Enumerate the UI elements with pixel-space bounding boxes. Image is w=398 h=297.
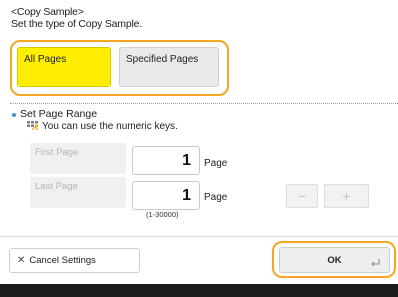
numeric-keys-icon: [27, 121, 39, 131]
numeric-keys-hint: You can use the numeric keys.: [42, 121, 178, 132]
page-range-title: Set Page Range: [20, 108, 98, 120]
cancel-settings-button[interactable]: ✕ Cancel Settings: [9, 248, 140, 273]
specified-pages-button[interactable]: Specified Pages: [119, 47, 219, 87]
last-page-label: Last Page: [30, 177, 126, 208]
first-page-label: First Page: [30, 143, 126, 174]
first-page-input[interactable]: 1: [132, 146, 200, 175]
all-pages-button[interactable]: All Pages: [17, 47, 111, 87]
last-page-unit: Page: [204, 192, 228, 203]
range-note: (1-30000): [146, 210, 179, 219]
section-divider: [10, 103, 398, 104]
decrement-button[interactable]: −: [286, 184, 318, 208]
header-subtitle: Set the type of Copy Sample.: [11, 18, 142, 30]
first-page-unit: Page: [204, 158, 228, 169]
enter-arrow-icon: [371, 259, 380, 266]
header-title: <Copy Sample>: [11, 6, 84, 18]
increment-button[interactable]: +: [324, 184, 369, 208]
bottom-status-bar: [0, 284, 398, 297]
last-page-input[interactable]: 1: [132, 181, 200, 210]
bottom-divider: [0, 236, 398, 237]
close-icon: ✕: [17, 255, 26, 266]
cancel-settings-label: Cancel Settings: [29, 255, 96, 266]
bullet-icon: [12, 113, 16, 117]
